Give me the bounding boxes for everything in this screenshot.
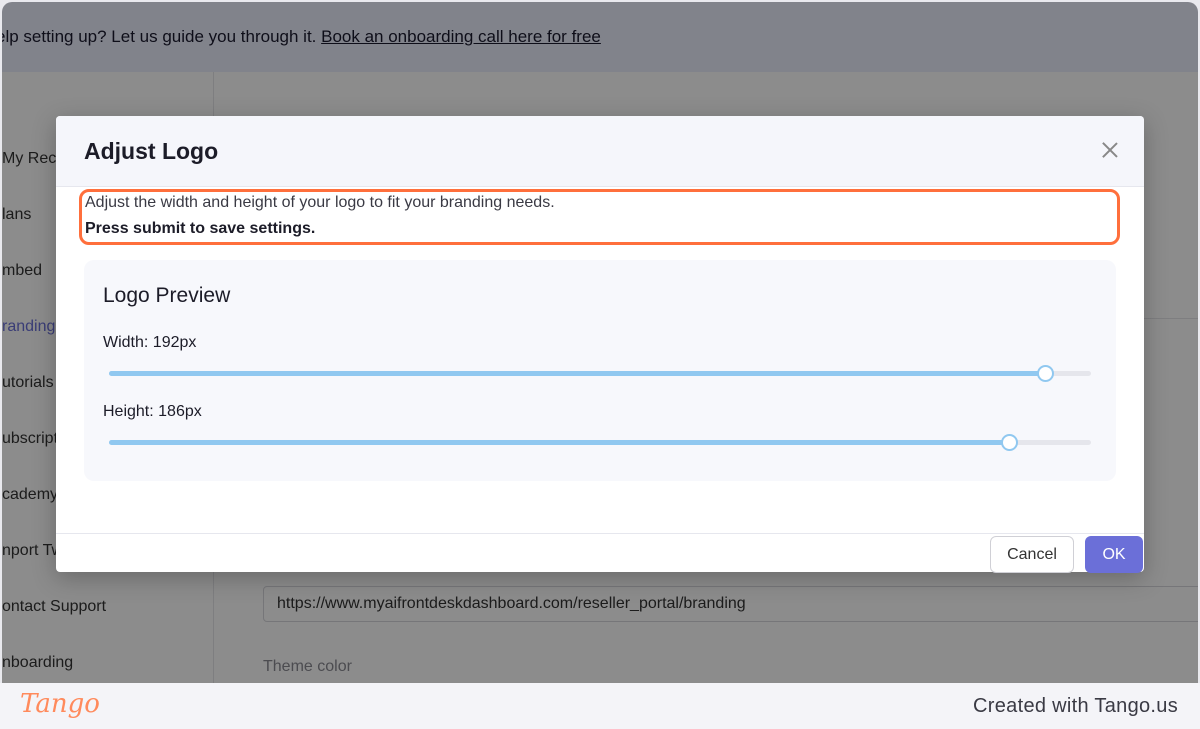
modal-footer: Cancel OK: [56, 533, 1144, 573]
modal-title: Adjust Logo: [84, 138, 219, 164]
modal-instruction: Press submit to save settings.: [85, 220, 316, 237]
tango-logo: Tango: [20, 689, 100, 719]
height-slider[interactable]: [109, 434, 1091, 451]
adjust-logo-modal: Adjust Logo Adjust the width and height …: [56, 116, 1144, 573]
modal-description: Adjust the width and height of your logo…: [85, 194, 555, 211]
modal-header: Adjust Logo: [56, 116, 1144, 187]
width-slider-handle[interactable]: [1036, 365, 1054, 382]
preview-title: Logo Preview: [103, 284, 231, 307]
width-slider[interactable]: [109, 365, 1091, 382]
cancel-button[interactable]: Cancel: [990, 536, 1074, 573]
height-label: Height: 186px: [103, 403, 202, 420]
ok-button[interactable]: OK: [1085, 536, 1143, 573]
close-icon[interactable]: [1098, 138, 1122, 162]
tango-credit: Created with Tango.us: [973, 695, 1178, 717]
height-slider-fill: [109, 440, 1010, 445]
width-label: Width: 192px: [103, 334, 197, 351]
logo-preview-card: Logo Preview Width: 192px Height: 186px: [84, 260, 1116, 481]
tango-footer: Tango Created with Tango.us: [0, 683, 1200, 729]
width-slider-fill: [109, 371, 1045, 376]
height-slider-handle[interactable]: [1001, 434, 1019, 451]
